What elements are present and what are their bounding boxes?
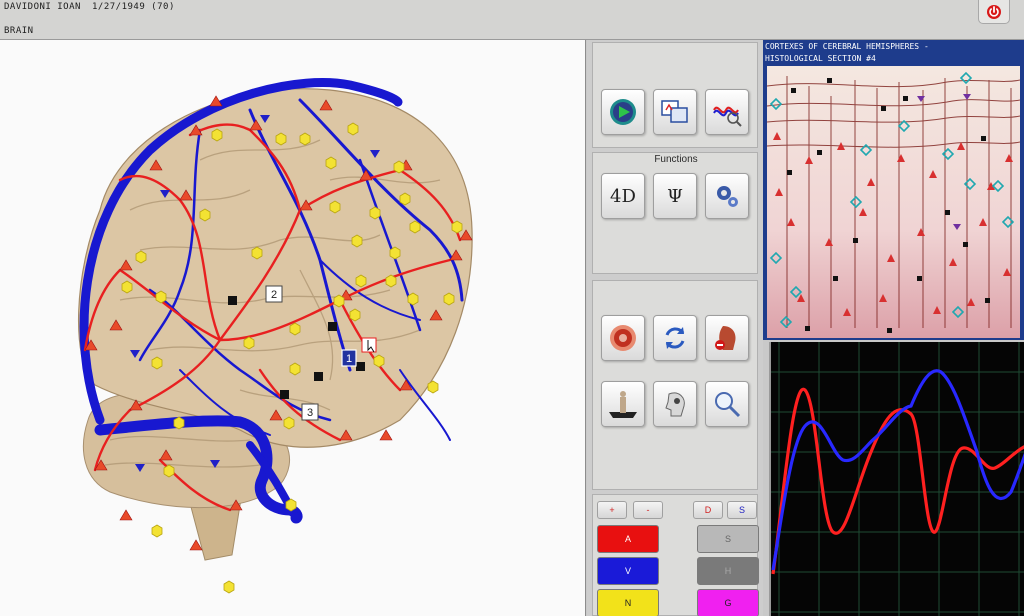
d-button[interactable]: D	[693, 501, 723, 519]
signal-waveform[interactable]	[771, 342, 1024, 616]
view-tools-group	[592, 42, 758, 148]
view-name: BRAIN	[4, 26, 34, 36]
anatomy-stop-button[interactable]	[705, 315, 749, 361]
functions-label: Functions	[654, 154, 698, 165]
wave-zoom-button[interactable]	[705, 89, 749, 135]
histology-panel: CORTEXES OF CEREBRAL HEMISPHERES - HISTO…	[763, 40, 1024, 340]
marker-1[interactable]: 1	[341, 349, 357, 367]
brain-3d-view[interactable]: 2 1 3	[0, 40, 586, 616]
plus-button[interactable]: +	[597, 501, 627, 519]
marker-2[interactable]: 2	[265, 285, 283, 303]
signal-plot-panel	[769, 342, 1024, 616]
brain-model[interactable]: 2 1 3	[0, 40, 586, 616]
marker-1-label: 1	[346, 353, 352, 365]
patient-name: DAVIDONI IOAN	[4, 2, 81, 12]
cell-icon	[610, 325, 636, 351]
layer-g-button[interactable]: G	[697, 589, 759, 616]
histology-title-line-1: CORTEXES OF CEREBRAL HEMISPHERES -	[765, 42, 929, 51]
layer-h-button[interactable]: H	[697, 557, 759, 585]
psi-button-label: Ψ	[667, 185, 683, 207]
control-panel: Functions 4D Ψ + - D S A V N S H G	[587, 40, 763, 616]
marker-3-label: 3	[307, 407, 313, 419]
layer-arteries-button[interactable]: A	[597, 525, 659, 553]
histology-title-line-2: HISTOLOGICAL SECTION #4	[765, 54, 876, 63]
s-button[interactable]: S	[727, 501, 757, 519]
marker-2-label: 2	[271, 289, 277, 301]
marker-3[interactable]: 3	[301, 403, 319, 421]
rotate-button[interactable]	[653, 315, 697, 361]
4d-button-label: 4D	[610, 185, 636, 207]
layer-nerves-button[interactable]: N	[597, 589, 659, 616]
layer-veins-button[interactable]: V	[597, 557, 659, 585]
header-bar: DAVIDONI IOAN 1/27/1949 (70) BRAIN	[0, 0, 1024, 40]
layer-s-button[interactable]: S	[697, 525, 759, 553]
power-icon	[987, 4, 1001, 19]
functions-group: Functions 4D Ψ	[592, 152, 758, 274]
color-layers-group: + - D S A V N S H G	[592, 494, 759, 616]
tools-group	[592, 280, 758, 490]
play-icon	[610, 99, 636, 125]
skull-icon	[665, 392, 685, 417]
wave-zoom-icon	[713, 106, 742, 127]
settings-button[interactable]	[705, 173, 749, 219]
compare-views-button[interactable]	[653, 89, 697, 135]
compare-views-icon	[661, 100, 688, 123]
4d-button[interactable]: 4D	[601, 173, 645, 219]
body-button[interactable]	[601, 381, 645, 427]
play-button[interactable]	[601, 89, 645, 135]
search-button[interactable]	[705, 381, 749, 427]
power-button[interactable]	[978, 0, 1010, 24]
psi-button[interactable]: Ψ	[653, 173, 697, 219]
skull-button[interactable]	[653, 381, 697, 427]
patient-dob: 1/27/1949 (70)	[92, 2, 175, 12]
magnifier-icon	[715, 392, 741, 418]
rotate-icon	[665, 327, 685, 349]
minus-button[interactable]: -	[633, 501, 663, 519]
histology-image[interactable]	[767, 66, 1020, 338]
head-anatomy-icon	[715, 326, 736, 350]
cell-button[interactable]	[601, 315, 645, 361]
gear-icon	[717, 186, 738, 207]
body-icon	[609, 391, 637, 418]
